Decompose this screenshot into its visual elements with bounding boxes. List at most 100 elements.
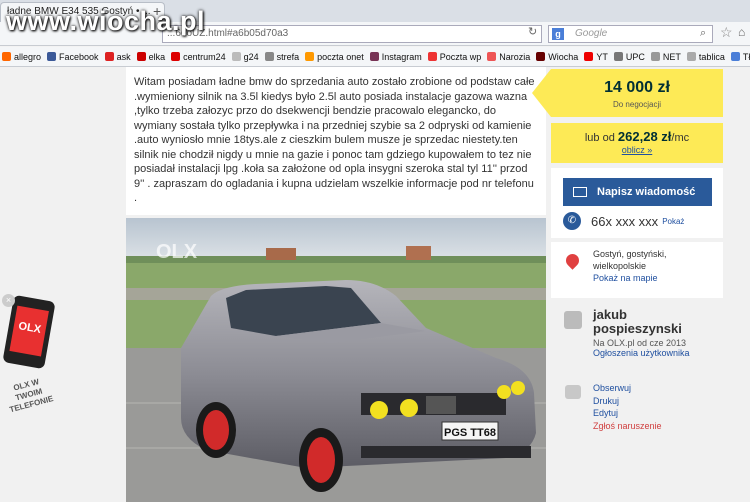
bookmark-label: Wiocha (548, 51, 579, 62)
user-last-name: pospieszynski (593, 321, 682, 336)
bookmark-item[interactable]: Narozia (487, 52, 530, 62)
bookmark-favicon-icon (104, 52, 114, 61)
bookmark-item[interactable]: allegro (2, 52, 41, 62)
bookmark-label: Facebook (59, 51, 99, 62)
bookmark-label: Instagram (381, 51, 422, 62)
bookmark-item[interactable]: Facebook (47, 52, 99, 62)
phone-row: ✆ 66x xxx xxx Pokaż (563, 212, 684, 230)
loan-amount: 262,28 zł (617, 129, 672, 144)
bookmark-favicon-icon (231, 52, 241, 61)
bookmark-item[interactable]: tablica (686, 51, 725, 62)
bookmark-favicon-icon (47, 52, 57, 61)
bookmark-item[interactable]: g24 (231, 51, 259, 62)
location-pin-icon (563, 251, 582, 270)
bookmark-favicon-icon (305, 52, 315, 61)
bookmark-label: tablica (698, 51, 725, 62)
page-content: Witam posiadam ładne bmw do sprzedania a… (0, 67, 750, 502)
phone-number: 66x xxx xxx (591, 213, 659, 229)
bookmark-favicon-icon (650, 52, 660, 61)
bookmark-favicon-icon (536, 52, 546, 61)
close-icon[interactable]: × (2, 294, 15, 307)
search-field[interactable]: Google (548, 25, 713, 43)
actions-box: Obserwuj Drukuj Edytuj Zgłoś naruszenie (551, 375, 723, 435)
bookmark-favicon-icon (171, 52, 181, 61)
bookmark-label: NET (662, 51, 681, 62)
bookmark-favicon-icon (730, 52, 740, 61)
bookmark-label: strefa (276, 51, 300, 62)
bookmark-star-icon[interactable]: ☆ (720, 24, 733, 41)
bookmark-item[interactable]: strefa (264, 51, 300, 62)
send-message-button[interactable]: Napisz wiadomość (563, 178, 712, 206)
bookmark-item[interactable]: Wiocha (536, 52, 578, 62)
observe-link[interactable]: Obserwuj (593, 382, 723, 395)
chat-bubble-icon (565, 385, 581, 399)
bookmark-item[interactable]: ask (104, 51, 131, 62)
bookmark-item[interactable]: NET (650, 51, 681, 62)
edit-link[interactable]: Edytuj (593, 407, 723, 420)
user-first-name: jakub (593, 307, 627, 322)
phone-icon: ✆ (563, 212, 581, 230)
ad-description: Witam posiadam ładne bmw do sprzedania a… (126, 67, 546, 215)
user-ads-link[interactable]: Ogłoszenia użytkownika (593, 348, 723, 358)
bookmark-item[interactable]: YT (584, 52, 608, 62)
bookmark-item[interactable]: centrum24 (171, 52, 226, 62)
bookmark-item[interactable]: Instagram (369, 51, 422, 62)
bookmark-item[interactable]: Tłumacz Goog (730, 51, 750, 62)
location-box: Gostyń, gostyński, wielkopolskie Pokaż n… (551, 242, 723, 298)
bookmarks-bar: allegro Facebook ask elka centrum24 g24 strefa… (0, 47, 750, 67)
loan-suffix: /mc (671, 132, 690, 144)
loan-prefix: lub od (584, 132, 615, 144)
bookmark-label: centrum24 (183, 51, 226, 62)
price-value: 14 000 zł (604, 79, 670, 96)
loan-calculate-link[interactable]: oblicz » (551, 145, 723, 155)
google-icon[interactable]: g (552, 28, 564, 40)
bookmark-favicon-icon (487, 52, 497, 61)
car-photo-image: PGS TT68 OLX (126, 218, 546, 502)
location-line2: wielkopolskie (593, 261, 647, 271)
license-plate: PGS TT68 (444, 427, 496, 439)
bookmark-label: YT (596, 51, 608, 62)
olx-app-ad[interactable]: OLX × OLX W TWOIM TELEFONIE (0, 292, 58, 437)
bookmark-label: Tłumacz Goog (742, 51, 750, 62)
olx-photo-watermark: OLX (156, 241, 198, 263)
bookmark-favicon-icon (686, 52, 696, 61)
price-box: 14 000 zł Do negocjacji (551, 69, 723, 117)
bookmark-label: poczta onet (317, 51, 364, 62)
bookmark-item[interactable]: poczta onet (305, 52, 364, 62)
ad-screen-logo: OLX (9, 305, 49, 357)
bookmark-label: Poczta wp (439, 51, 482, 62)
avatar (564, 311, 582, 329)
bookmark-favicon-icon (2, 52, 11, 61)
url-field[interactable]: ...6doUZ.html#a6b05d70a3 (162, 25, 542, 43)
show-map-link[interactable]: Pokaż na mapie (593, 272, 723, 284)
bookmark-favicon-icon (584, 52, 594, 61)
bookmark-label: Narozia (499, 51, 531, 62)
user-since: Na OLX.pl od cze 2013 (593, 338, 687, 348)
bookmark-label: g24 (243, 51, 259, 62)
bookmark-label: ask (116, 51, 131, 62)
ad-text: OLX W TWOIM TELEFONIE (8, 377, 55, 415)
car-photo[interactable]: PGS TT68 OLX (126, 218, 546, 502)
home-icon[interactable]: ⌂ (738, 25, 745, 39)
bookmark-favicon-icon (136, 52, 146, 61)
report-link[interactable]: Zgłoś naruszenie (593, 420, 723, 433)
bookmark-favicon-icon (427, 52, 437, 61)
bookmark-label: elka (148, 51, 166, 62)
user-box: jakub pospieszynski Na OLX.pl od cze 201… (551, 305, 723, 369)
send-message-label: Napisz wiadomość (597, 186, 696, 198)
show-phone-link[interactable]: Pokaż (662, 217, 684, 226)
envelope-icon (573, 187, 587, 197)
bookmark-item[interactable]: Poczta wp (427, 51, 482, 62)
bookmark-item[interactable]: UPC (613, 51, 645, 62)
bookmark-favicon-icon (264, 52, 274, 61)
bookmark-label: UPC (625, 51, 645, 62)
bookmark-item[interactable]: elka (136, 51, 166, 62)
print-link[interactable]: Drukuj (593, 395, 723, 408)
search-icon[interactable]: ⌕ (700, 27, 706, 40)
bookmark-label: allegro (14, 51, 42, 62)
bookmark-favicon-icon (369, 52, 379, 61)
site-watermark: www.wiocha.pl (6, 6, 206, 36)
reload-icon[interactable]: ↻ (528, 25, 537, 38)
loan-box: lub od 262,28 zł/mc oblicz » (551, 123, 723, 163)
contact-box: Napisz wiadomość ✆ 66x xxx xxx Pokaż (551, 168, 723, 238)
